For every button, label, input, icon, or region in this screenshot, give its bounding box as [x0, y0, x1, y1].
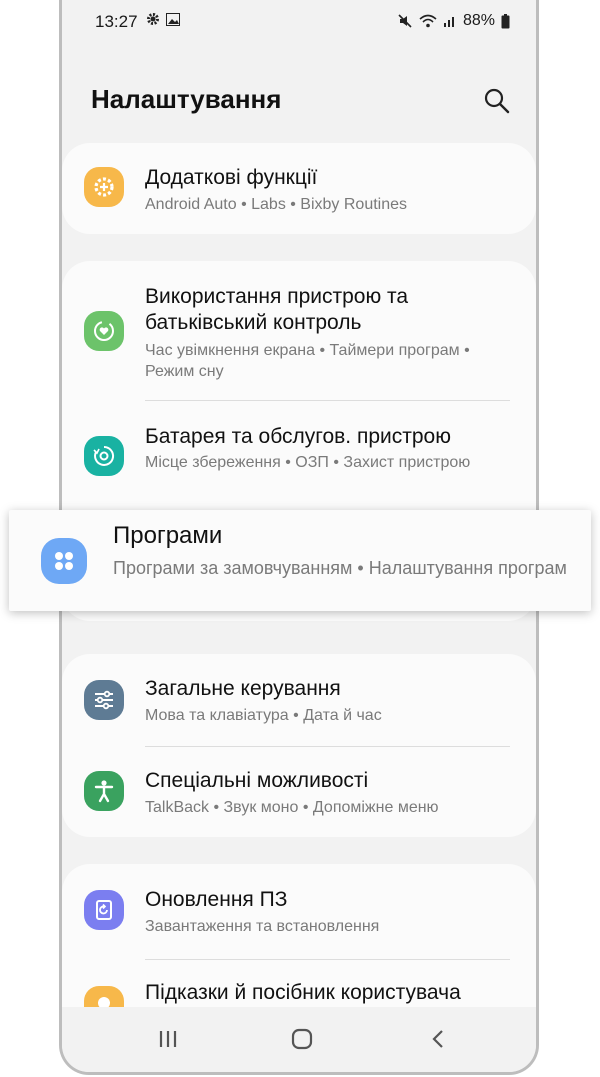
apps-grid-icon — [41, 538, 87, 584]
wellbeing-heart-icon — [84, 311, 124, 351]
settings-item-software-update[interactable]: Оновлення ПЗ Завантаження та встановленн… — [62, 864, 536, 955]
item-title: Загальне керування — [145, 677, 341, 700]
settings-card-general: Загальне керування Мова та клавіатура • … — [62, 654, 536, 837]
settings-item-digital-wellbeing[interactable]: Використання пристрою та батьківський ко… — [62, 261, 536, 399]
battery-percent: 88% — [462, 12, 495, 29]
item-title: Батарея та обслугов. пристрою — [145, 425, 451, 448]
recent-apps-icon[interactable] — [148, 1025, 188, 1053]
item-title: Програми — [113, 522, 223, 549]
mute-icon — [398, 14, 412, 28]
battery-care-icon — [84, 436, 124, 476]
settings-item-advanced-features[interactable]: Додаткові функції Android Auto • Labs • … — [62, 143, 536, 234]
home-icon[interactable] — [282, 1025, 322, 1053]
item-subtitle: Завантаження та встановлення — [145, 918, 380, 935]
item-subtitle: TalkBack • Звук моно • Допоміжне меню — [145, 799, 439, 816]
sliders-icon — [84, 680, 124, 720]
search-icon[interactable] — [482, 86, 512, 116]
settings-item-apps[interactable]: Програми Програми за замовчуванням • Нал… — [9, 510, 591, 611]
item-title: Спеціальні можливості — [145, 769, 369, 792]
signal-icon — [443, 17, 454, 27]
item-subtitle: Мова та клавіатура • Дата й час — [145, 707, 382, 724]
battery-icon — [501, 13, 510, 28]
settings-item-accessibility[interactable]: Спеціальні можливості TalkBack • Звук мо… — [62, 747, 536, 837]
status-time: 13:27 — [95, 12, 138, 31]
item-title: Додаткові функції — [145, 166, 318, 189]
item-subtitle: Час увімкнення екрана • Таймери програм … — [145, 342, 470, 380]
page-title: Налаштування — [91, 84, 282, 114]
back-icon[interactable] — [418, 1025, 458, 1053]
settings-item-battery-care[interactable]: Батарея та обслугов. пристрою Місце збер… — [62, 401, 536, 501]
plus-gear-icon — [84, 167, 124, 207]
software-update-icon — [84, 890, 124, 930]
settings-card-extra: Додаткові функції Android Auto • Labs • … — [62, 143, 536, 234]
status-bar: 13:27 88% — [62, 0, 536, 40]
item-subtitle: Android Auto • Labs • Bixby Routines — [145, 196, 408, 213]
accessibility-person-icon — [84, 771, 124, 811]
item-title: Оновлення ПЗ — [145, 888, 288, 911]
item-subtitle: Місце збереження • ОЗП • Захист пристрою — [145, 454, 471, 471]
item-subtitle: Програми за замовчуванням • Налаштування… — [113, 558, 567, 578]
image-icon — [166, 12, 180, 26]
wifi-icon — [419, 14, 437, 28]
gear-icon — [147, 13, 159, 25]
navigation-bar — [62, 1007, 536, 1072]
item-title: Підказки й посібник користувача — [145, 981, 461, 1004]
item-title: Використання пристрою та батьківський ко… — [145, 285, 409, 334]
settings-item-general-management[interactable]: Загальне керування Мова та клавіатура • … — [62, 654, 536, 745]
